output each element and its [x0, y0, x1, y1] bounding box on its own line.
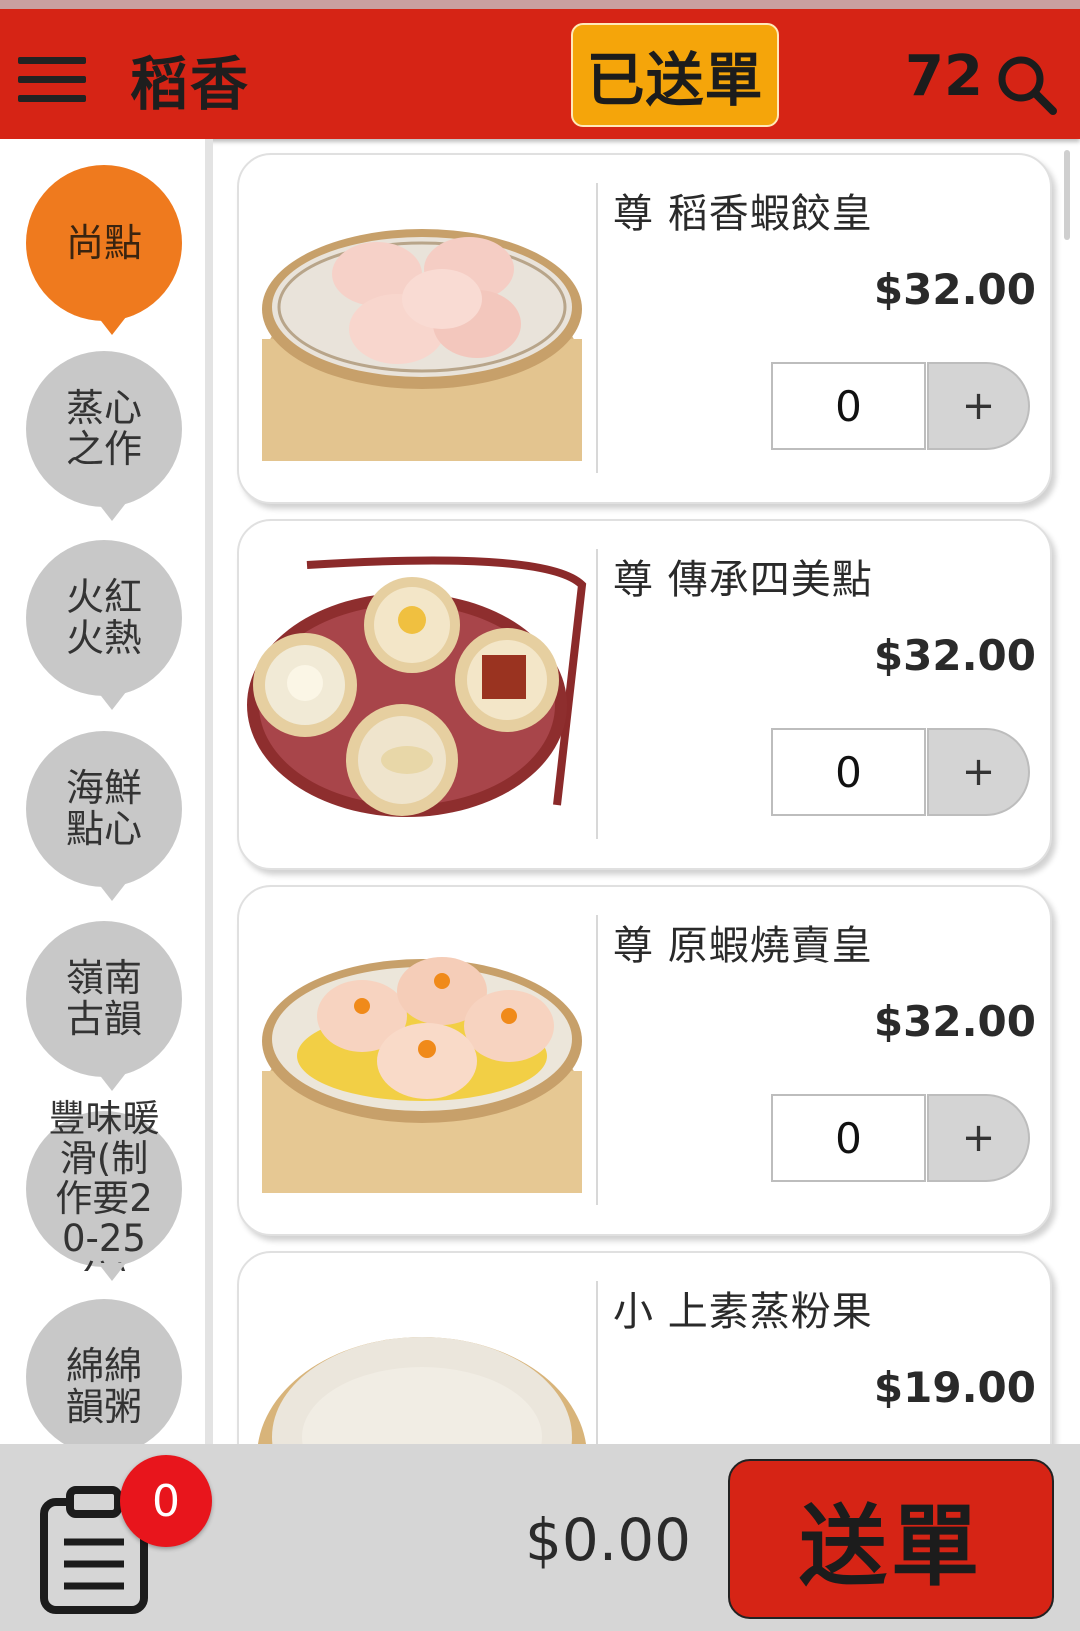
- item-price: $32.00: [873, 997, 1036, 1046]
- divider: [596, 183, 598, 473]
- item-name: 尊 稻香蝦餃皇: [613, 191, 873, 237]
- add-button[interactable]: +: [927, 728, 1030, 816]
- category-item[interactable]: 嶺南古韻: [26, 921, 182, 1091]
- item-name: 尊 傳承四美點: [613, 557, 873, 603]
- category-item[interactable]: 海鮮點心: [26, 731, 182, 901]
- category-label: 豐味暖滑(制作要20-25分): [48, 1099, 160, 1271]
- category-label: 蒸心之作: [65, 386, 142, 471]
- quantity-field[interactable]: 0: [771, 728, 926, 816]
- category-label: 火紅火熱: [65, 575, 142, 660]
- category-item-active[interactable]: 尚點: [26, 165, 182, 335]
- sidebar-divider: [205, 139, 213, 1444]
- table-number: 72: [905, 44, 983, 109]
- category-label: 尚點: [65, 220, 142, 265]
- divider: [596, 915, 598, 1205]
- category-item[interactable]: 蒸心之作: [26, 351, 182, 521]
- cart-count-badge: 0: [120, 1455, 212, 1547]
- search-icon[interactable]: [995, 53, 1059, 117]
- menu-item-card: 尊 傳承四美點 $32.00 0 +: [237, 519, 1052, 870]
- item-price: $32.00: [873, 631, 1036, 680]
- divider: [596, 549, 598, 839]
- category-label: 嶺南古韻: [65, 956, 142, 1041]
- menu-list: 尊 稻香蝦餃皇 $32.00 0 + 尊 傳承四美點 $32.00 0 + 尊 …: [213, 139, 1080, 1444]
- category-label: 綿綿韻粥: [65, 1344, 142, 1429]
- menu-item-card: 尊 稻香蝦餃皇 $32.00 0 +: [237, 153, 1052, 504]
- restaurant-title: 稻香: [130, 50, 251, 118]
- category-label: 海鮮點心: [65, 766, 142, 851]
- dish-image: [247, 1287, 588, 1444]
- dish-image: [247, 921, 588, 1193]
- scrollbar[interactable]: [1064, 150, 1070, 240]
- item-price: $19.00: [873, 1363, 1036, 1412]
- quantity-field[interactable]: 0: [771, 362, 926, 450]
- order-total: $0.00: [525, 1506, 692, 1574]
- add-button[interactable]: +: [927, 362, 1030, 450]
- menu-item-card: 小 上素蒸粉果 $19.00 0 +: [237, 1251, 1052, 1444]
- top-bar: 稻香 已送單 72: [0, 0, 1080, 139]
- dish-image: [247, 555, 588, 827]
- category-item[interactable]: 火紅火熱: [26, 540, 182, 710]
- quantity-field[interactable]: 0: [771, 1094, 926, 1182]
- add-button[interactable]: +: [927, 1094, 1030, 1182]
- menu-icon[interactable]: [18, 57, 86, 103]
- item-name: 小 上素蒸粉果: [613, 1289, 873, 1335]
- sent-orders-button[interactable]: 已送單: [571, 23, 779, 127]
- divider: [596, 1281, 598, 1444]
- category-item[interactable]: 綿綿韻粥: [26, 1299, 182, 1444]
- menu-item-card: 尊 原蝦燒賣皇 $32.00 0 +: [237, 885, 1052, 1236]
- category-sidebar: 尚點 蒸心之作 火紅火熱 海鮮點心 嶺南古韻 豐味暖滑(制作要20-25分) 綿…: [0, 139, 205, 1444]
- dish-image: [247, 189, 588, 461]
- bottom-bar: 0 $0.00 送單: [0, 1444, 1080, 1631]
- item-price: $32.00: [873, 265, 1036, 314]
- send-order-button[interactable]: 送單: [728, 1459, 1054, 1619]
- category-item[interactable]: 豐味暖滑(制作要20-25分): [26, 1099, 182, 1281]
- item-name: 尊 原蝦燒賣皇: [613, 923, 873, 969]
